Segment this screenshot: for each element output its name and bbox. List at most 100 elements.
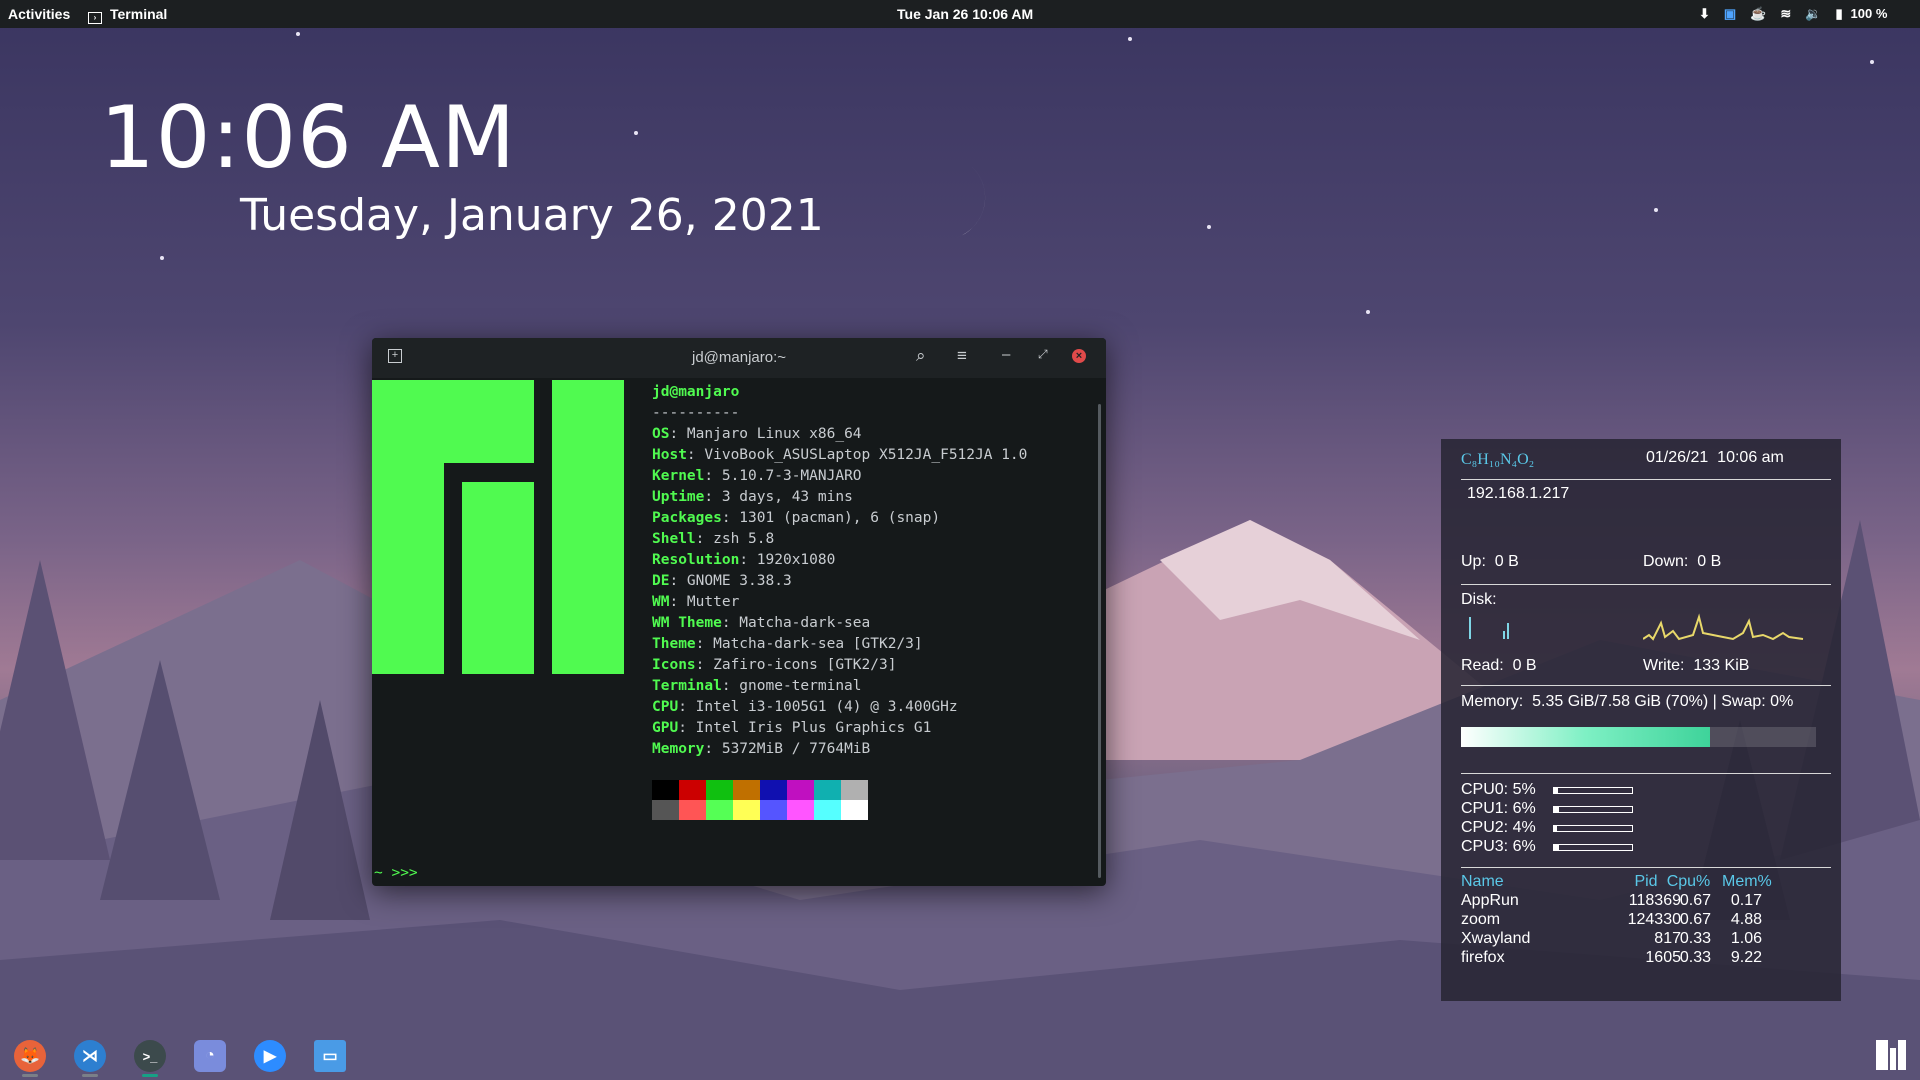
app-name: Terminal (110, 6, 168, 22)
running-indicator (82, 1074, 98, 1077)
neofetch-value: : 5.10.7-3-MANJARO (704, 468, 862, 484)
discord-icon[interactable]: ◔ (194, 1040, 226, 1072)
neofetch-line: DE: GNOME 3.38.3 (652, 571, 792, 592)
neofetch-key: WM (652, 594, 670, 610)
files-icon[interactable]: ▭ (314, 1040, 346, 1072)
scrollbar[interactable] (1098, 404, 1101, 878)
neofetch-key: DE (652, 573, 670, 589)
vscode-icon[interactable]: ⋊ (74, 1040, 106, 1072)
battery-label: 100 % (1850, 6, 1888, 21)
zoom-tray-icon[interactable]: ▣ (1724, 6, 1736, 21)
terminal-icon[interactable]: >_ (134, 1040, 166, 1072)
neofetch-line: Packages: 1301 (pacman), 6 (snap) (652, 508, 940, 529)
neofetch-line: Icons: Zafiro-icons [GTK2/3] (652, 655, 896, 676)
terminal-app-icon: › (88, 12, 102, 24)
terminal-window[interactable]: + jd@manjaro:~ ⌕ ≡ – ⤢ × jd@manjaro ----… (372, 338, 1106, 886)
top-clock[interactable]: Tue Jan 26 10:06 AM (897, 6, 1033, 22)
palette-swatch (733, 780, 760, 800)
disk-label: Disk: (1461, 591, 1497, 608)
memory-bar-fill (1461, 727, 1710, 747)
neofetch-value: : Manjaro Linux x86_64 (669, 426, 862, 442)
palette-swatch (679, 780, 706, 800)
cpu-label: CPU3: 6% (1461, 838, 1536, 855)
palette-swatch (814, 800, 841, 820)
neofetch-key: Host (652, 447, 687, 463)
menu-icon[interactable]: ≡ (957, 346, 967, 366)
neofetch-value: : Matcha-dark-sea [GTK2/3] (695, 636, 923, 652)
battery-icon[interactable]: ▮ (1835, 6, 1842, 21)
conky-widget: C₈H₁₀N₄O₂ 01/26/21 10:06 am 192.168.1.21… (1441, 439, 1841, 1001)
cpu-label: CPU1: 6% (1461, 800, 1536, 817)
zoom-icon[interactable]: ▶ (254, 1040, 286, 1072)
neofetch-value: : Intel i3-1005G1 (4) @ 3.400GHz (678, 699, 958, 715)
cpu-bar (1553, 787, 1633, 794)
palette-swatch (841, 800, 868, 820)
neofetch-value: : Matcha-dark-sea (721, 615, 871, 631)
terminal-title: jd@manjaro:~ (691, 349, 787, 366)
app-menu[interactable]: › Terminal (88, 6, 167, 24)
proc-header: Name (1461, 873, 1504, 890)
star (1207, 225, 1211, 229)
proc-cell: 0.33 (1679, 949, 1711, 966)
disk-read-graph (1469, 617, 1509, 639)
cpu-bar-fill (1554, 826, 1558, 831)
star (634, 131, 638, 135)
palette-swatch (760, 800, 787, 820)
proc-cell: 0.33 (1679, 930, 1711, 947)
divider (1461, 584, 1831, 585)
palette-swatch (760, 780, 787, 800)
volume-icon[interactable]: 🔉 (1805, 6, 1821, 21)
shell-prompt[interactable]: ~ >>> (374, 865, 418, 881)
manjaro-menu-icon[interactable] (1876, 1040, 1906, 1070)
dock: 🦊 ⋊ >_ ◔ ▶ ▭ (0, 1032, 1920, 1080)
net-up: Up: 0 B (1461, 553, 1519, 570)
activities-button[interactable]: Activities (8, 6, 70, 22)
cpu-bar-fill (1554, 788, 1558, 793)
neofetch-line: OS: Manjaro Linux x86_64 (652, 424, 862, 445)
disk-write: Write: 133 KiB (1643, 657, 1750, 674)
star (1654, 208, 1658, 212)
maximize-icon[interactable]: ⤢ (1038, 347, 1048, 362)
active-indicator (142, 1074, 158, 1077)
firefox-icon[interactable]: 🦊 (14, 1040, 46, 1072)
terminal-header[interactable]: + jd@manjaro:~ ⌕ ≡ – ⤢ × (372, 338, 1106, 378)
palette-swatch (679, 800, 706, 820)
moon-icon (915, 165, 986, 241)
wifi-icon[interactable]: ≋ (1780, 6, 1791, 21)
neofetch-key: Theme (652, 636, 696, 652)
cup-icon[interactable]: ☕ (1750, 6, 1766, 21)
neofetch-value: : 3 days, 43 mins (704, 489, 853, 505)
net-down: Down: 0 B (1643, 553, 1722, 570)
star (1870, 60, 1874, 64)
neofetch-value: : GNOME 3.38.3 (669, 573, 792, 589)
proc-header: Mem% (1722, 873, 1772, 890)
proc-cell: 9.22 (1730, 949, 1762, 966)
palette-swatch (787, 800, 814, 820)
neofetch-value: : Intel Iris Plus Graphics G1 (678, 720, 932, 736)
neofetch-key: WM Theme (652, 615, 722, 631)
neofetch-value: : Mutter (669, 594, 740, 610)
conky-ip: 192.168.1.217 (1467, 485, 1570, 502)
neofetch-value: : gnome-terminal (721, 678, 862, 694)
minimize-icon[interactable]: – (1002, 346, 1010, 363)
search-icon[interactable]: ⌕ (916, 346, 926, 366)
neofetch-line: Host: VivoBook_ASUSLaptop X512JA_F512JA … (652, 445, 1027, 466)
neofetch-key: OS (652, 426, 670, 442)
palette-swatch (787, 780, 814, 800)
proc-cell: AppRun (1461, 892, 1519, 909)
palette-swatch (706, 780, 733, 800)
proc-cell: firefox (1461, 949, 1505, 966)
neofetch-line: Kernel: 5.10.7-3-MANJARO (652, 466, 862, 487)
neofetch-key: Memory (652, 741, 705, 757)
neofetch-separator: ---------- (652, 405, 740, 421)
palette-swatch (652, 780, 679, 800)
neofetch-key: Shell (652, 531, 696, 547)
close-icon[interactable]: × (1072, 349, 1086, 363)
download-icon[interactable]: ⬇ (1699, 6, 1710, 21)
neofetch-value: : 1920x1080 (739, 552, 836, 568)
system-tray[interactable]: ⬇ ▣ ☕ ≋ 🔉 ▮ 100 % (1685, 5, 1887, 22)
neofetch-key: Terminal (652, 678, 722, 694)
cpu-label: CPU0: 5% (1461, 781, 1536, 798)
cpu-bar (1553, 806, 1633, 813)
disk-read: Read: 0 B (1461, 657, 1537, 674)
